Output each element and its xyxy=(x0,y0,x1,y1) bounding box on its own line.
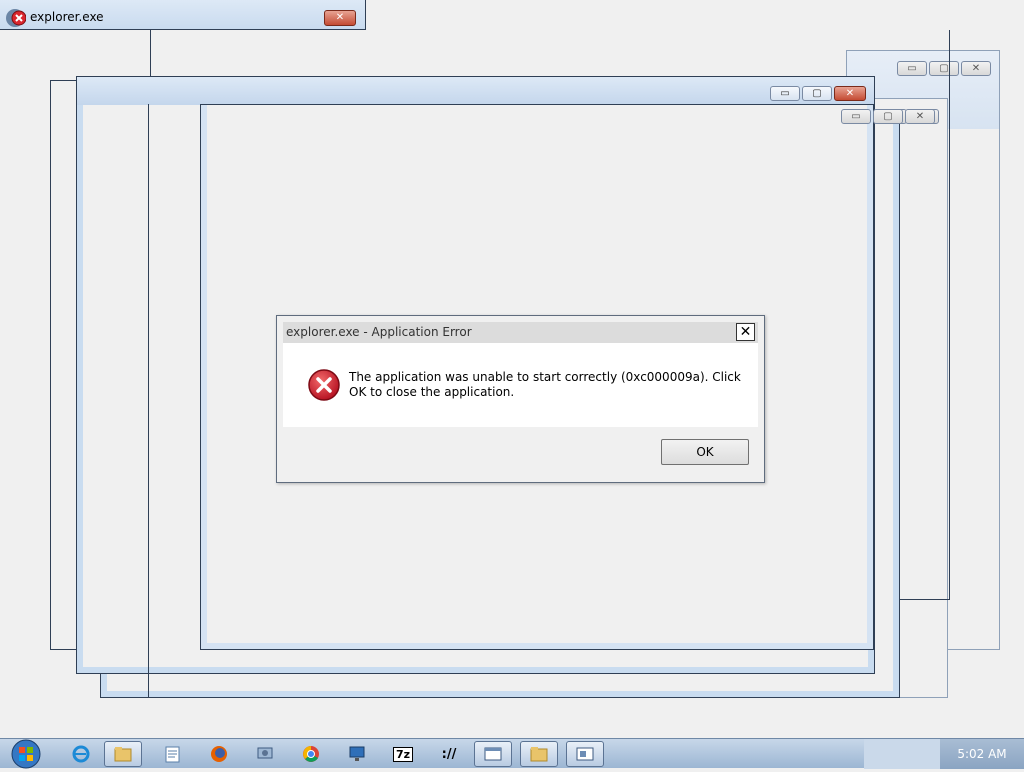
close-button[interactable]: ✕ xyxy=(905,109,935,124)
taskbar: 7z :// 5:02 AM xyxy=(0,738,1024,769)
app-window-icon xyxy=(576,747,594,761)
maximize-button[interactable]: ▢ xyxy=(873,109,903,124)
error-dialog: explorer.exe - Application Error ✕ The a… xyxy=(276,315,765,483)
start-button[interactable] xyxy=(2,739,46,769)
taskbar-folder[interactable] xyxy=(520,741,558,767)
chrome-icon xyxy=(303,746,319,762)
ok-button[interactable]: OK xyxy=(661,439,749,465)
terminal-icon: :// xyxy=(441,746,457,762)
internet-explorer-icon xyxy=(72,745,90,763)
folder-icon xyxy=(530,747,548,762)
dialog-titlebar[interactable]: explorer.exe - Application Error ✕ xyxy=(283,322,758,343)
taskbar-window[interactable] xyxy=(474,741,512,767)
taskbar-network-tool[interactable] xyxy=(246,741,284,767)
taskbar-notepad[interactable] xyxy=(154,741,192,767)
7zip-icon: 7z xyxy=(392,746,414,762)
maximize-button[interactable]: ▢ xyxy=(802,86,832,101)
window-title: explorer.exe xyxy=(30,10,104,24)
clock-time: 5:02 AM xyxy=(957,747,1007,761)
taskbar-remote-desktop[interactable] xyxy=(338,741,376,767)
close-button[interactable]: ✕ xyxy=(961,61,991,76)
taskbar-internet-explorer[interactable] xyxy=(62,741,100,767)
window-icon xyxy=(484,747,502,761)
taskbar-app-window[interactable] xyxy=(566,741,604,767)
remote-desktop-icon xyxy=(349,746,365,761)
minimize-button[interactable]: ▭ xyxy=(770,86,800,101)
firefox-icon xyxy=(211,746,227,762)
notepad-icon xyxy=(165,746,180,763)
minimize-button[interactable]: ▭ xyxy=(841,109,871,124)
error-icon xyxy=(6,9,26,27)
close-button[interactable]: ✕ xyxy=(834,86,866,101)
taskbar-chrome[interactable] xyxy=(292,741,330,767)
error-message: The application was unable to start corr… xyxy=(349,370,741,399)
error-icon xyxy=(308,369,340,401)
system-tray: 5:02 AM xyxy=(864,739,1024,769)
main-window-titlebar[interactable] xyxy=(77,77,874,105)
taskbar-terminal[interactable]: :// xyxy=(430,741,468,767)
file-explorer-icon xyxy=(114,747,132,762)
dialog-title: explorer.exe - Application Error xyxy=(286,325,472,339)
network-tool-icon xyxy=(257,747,273,759)
overlay-window-controls: ▭ ▢ ✕ xyxy=(841,109,935,124)
clock[interactable]: 5:02 AM xyxy=(940,739,1024,769)
taskbar-firefox[interactable] xyxy=(200,741,238,767)
close-button[interactable]: ✕ xyxy=(324,10,356,26)
dialog-body: The application was unable to start corr… xyxy=(283,343,758,427)
explorer-window-titlebar[interactable]: explorer.exe ✕ xyxy=(0,0,366,30)
taskbar-file-explorer[interactable] xyxy=(104,741,142,767)
windows-orb-icon xyxy=(11,739,41,769)
dialog-close-button[interactable]: ✕ xyxy=(736,323,755,341)
taskbar-7zip[interactable]: 7z xyxy=(384,741,422,767)
